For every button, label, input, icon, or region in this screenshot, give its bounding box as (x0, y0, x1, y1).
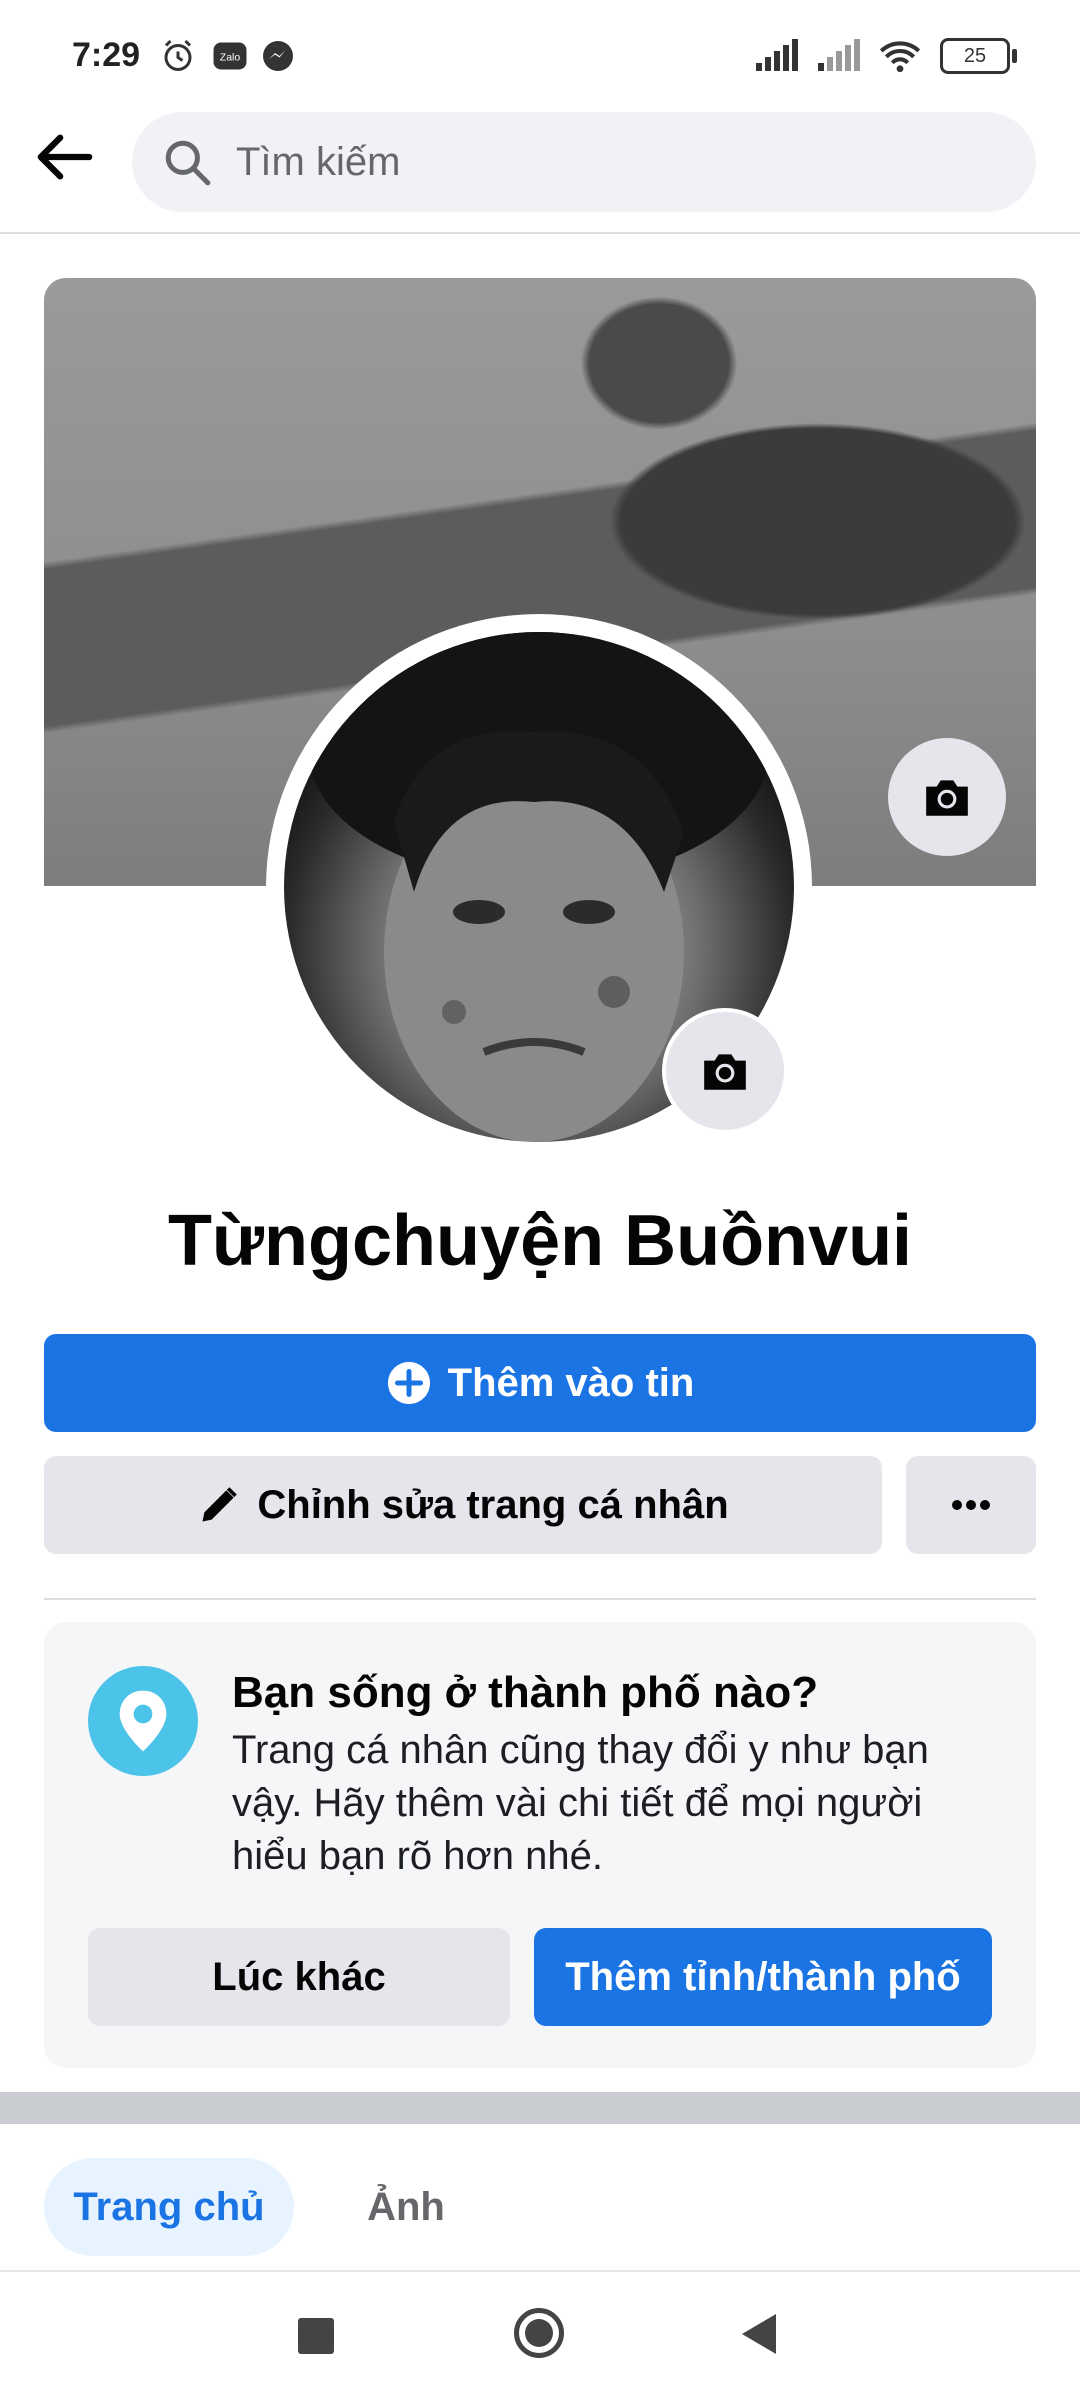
divider (0, 2270, 1080, 2272)
edit-profile-button[interactable]: Chỉnh sửa trang cá nhân (44, 1456, 882, 1554)
city-card-title: Bạn sống ở thành phố nào? (232, 1668, 819, 1717)
status-time: 7:29 (72, 36, 141, 74)
camera-icon (704, 1054, 746, 1090)
recent-apps-button[interactable] (298, 2318, 334, 2354)
search-placeholder: Tìm kiếm (236, 139, 401, 184)
arrow-left-icon (37, 134, 93, 180)
location-pin-icon (119, 1690, 167, 1752)
battery-indicator: 25 (940, 38, 1017, 74)
home-button[interactable] (514, 2308, 564, 2358)
plus-circle-icon (387, 1361, 430, 1405)
location-pin-badge (88, 1666, 198, 1776)
messenger-icon (263, 41, 293, 71)
search-icon (165, 140, 211, 186)
profile-picture-camera-button[interactable] (662, 1008, 788, 1134)
pencil-icon (202, 1487, 238, 1522)
signal-icon (756, 39, 798, 71)
signal-2-icon (818, 39, 860, 71)
camera-icon (926, 780, 968, 816)
back-button[interactable] (30, 122, 100, 192)
more-dots-icon (952, 1500, 990, 1510)
divider (0, 232, 1080, 234)
more-options-button[interactable] (906, 1456, 1036, 1554)
alarm-icon (164, 39, 192, 71)
wifi-icon (879, 41, 921, 73)
edit-profile-label: Chỉnh sửa trang cá nhân (257, 1482, 729, 1527)
add-to-story-button[interactable]: Thêm vào tin (44, 1334, 1036, 1432)
add-to-story-label: Thêm vào tin (447, 1360, 695, 1405)
cover-photo-camera-button[interactable] (888, 738, 1006, 856)
zalo-icon: Zalo (213, 42, 247, 70)
system-back-button[interactable] (742, 2314, 776, 2354)
search-input[interactable]: Tìm kiếm (132, 112, 1036, 212)
tab-photos[interactable]: Ảnh (346, 2158, 466, 2256)
svg-text:Zalo: Zalo (220, 52, 241, 64)
add-city-button[interactable]: Thêm tỉnh/thành phố (534, 1928, 992, 2026)
divider (44, 1598, 1036, 1600)
tab-home[interactable]: Trang chủ (44, 2158, 294, 2256)
status-bar: 7:29 Zalo 25 (0, 0, 1080, 100)
city-card-description: Trang cá nhân cũng thay đổi y như bạn vậ… (232, 1728, 929, 1878)
section-separator (0, 2092, 1080, 2124)
status-indicators: 25 (754, 36, 1017, 76)
profile-name: Từngchuyện Buồnvui (167, 1201, 913, 1281)
later-button[interactable]: Lúc khác (88, 1928, 510, 2026)
